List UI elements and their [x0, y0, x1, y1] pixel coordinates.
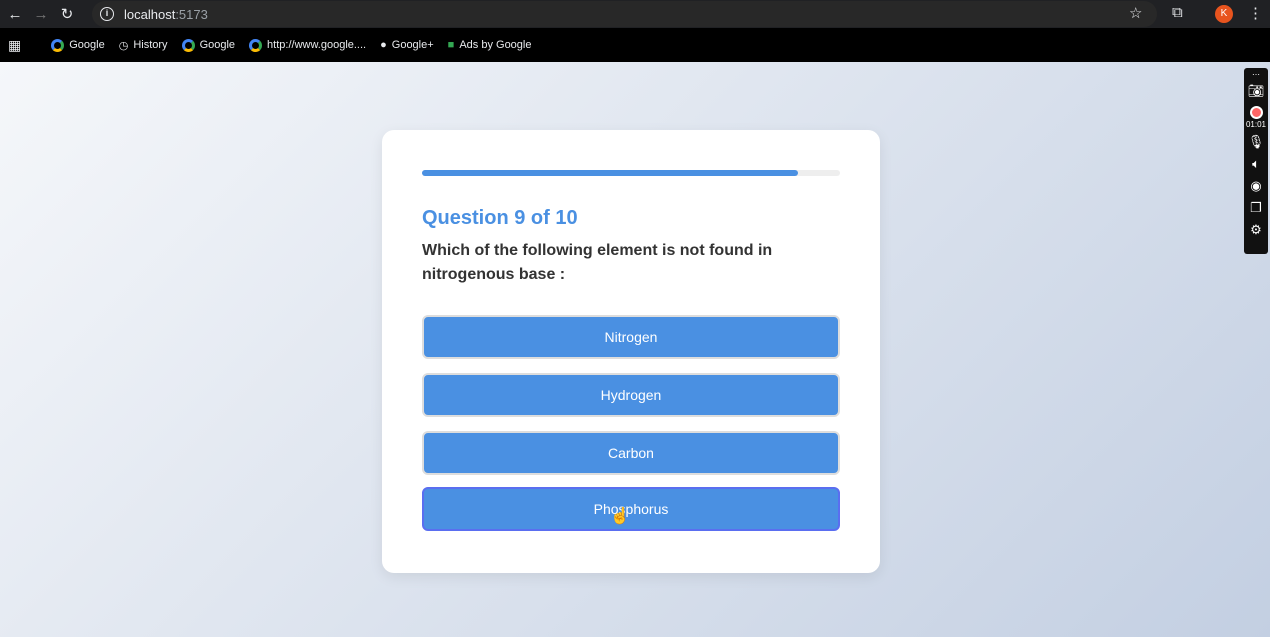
bookmark-google-2[interactable]: Google: [181, 38, 235, 52]
windows-icon[interactable]: ❐: [1250, 197, 1262, 219]
quiz-card: Question 9 of 10 Which of the following …: [382, 130, 880, 573]
extensions-icon[interactable]: ⧉: [1172, 4, 1183, 21]
option-button[interactable]: Hydrogen: [422, 373, 840, 417]
address-bar[interactable]: i localhost:5173: [92, 1, 1157, 27]
site-info-icon[interactable]: i: [100, 7, 114, 21]
question-text: Which of the following element is not fo…: [422, 242, 773, 283]
option-button[interactable]: Nitrogen: [422, 315, 840, 359]
google-icon: [51, 38, 65, 52]
settings-gear-icon[interactable]: ⚙: [1250, 219, 1262, 241]
bookmark-google-plus[interactable]: ● Google+: [380, 39, 434, 51]
apps-grid-icon[interactable]: ▦: [8, 37, 21, 54]
option-button[interactable]: Phosphorus: [422, 487, 840, 531]
option-button[interactable]: Carbon: [422, 431, 840, 475]
browser-toolbar: ← → ↻ i localhost:5173 ☆ ⧉ K ⋮: [0, 0, 1270, 28]
bookmark-ads[interactable]: ■ Ads by Google: [448, 39, 532, 51]
speaker-icon[interactable]: 🔈︎: [1252, 153, 1260, 175]
progress-fill: [422, 170, 799, 176]
back-icon[interactable]: ←: [4, 6, 26, 23]
ads-google-icon: ■: [447, 39, 455, 51]
url-port: :5173: [175, 6, 208, 22]
screen-recorder-panel: ⋯ 📷︎ 01:01 🎙︎ 🔈︎ ◉ ❐ ⚙: [1244, 68, 1268, 254]
profile-avatar[interactable]: K: [1215, 5, 1233, 23]
history-icon: ◷: [118, 39, 129, 52]
quiz-page: Question 9 of 10 Which of the following …: [0, 62, 1270, 637]
forward-icon[interactable]: →: [30, 6, 52, 23]
hand-cursor-icon: ☝: [610, 508, 630, 525]
google-icon: [249, 38, 263, 52]
url-host: localhost: [124, 6, 176, 22]
reload-icon[interactable]: ↻: [56, 5, 78, 23]
bookmark-history[interactable]: ◷ History: [119, 39, 168, 52]
menu-icon[interactable]: ⋮: [1248, 4, 1263, 22]
recording-timer: 01:01: [1245, 120, 1267, 129]
google-icon: [181, 38, 195, 52]
bookmark-google-url[interactable]: http://www.google....: [249, 38, 366, 52]
webcam-icon[interactable]: ◉: [1250, 175, 1261, 197]
question-number: Question 9 of 10: [422, 207, 578, 229]
progress-bar: [422, 170, 840, 176]
microphone-icon[interactable]: 🎙︎: [1248, 131, 1265, 153]
bookmark-star-icon[interactable]: ☆: [1129, 4, 1142, 22]
globe-icon: ●: [380, 39, 387, 51]
camera-icon[interactable]: 📷︎: [1248, 80, 1265, 102]
bookmark-google[interactable]: Google: [51, 38, 105, 52]
recorder-drag-icon[interactable]: ⋯: [1252, 70, 1260, 80]
bookmarks-bar: ▦ Google ◷ History Google http://www.goog…: [0, 28, 1270, 62]
record-icon[interactable]: [1249, 106, 1263, 119]
